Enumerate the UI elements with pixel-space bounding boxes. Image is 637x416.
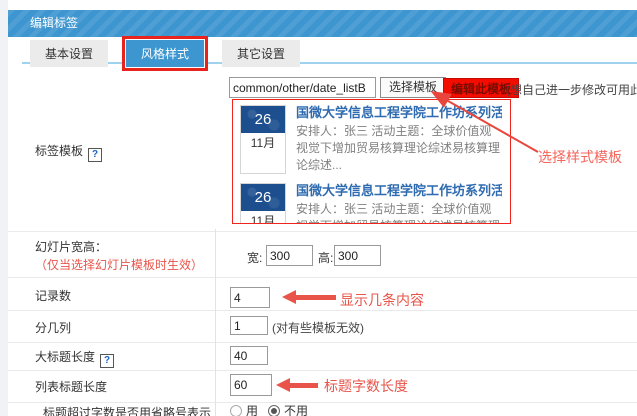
row-separator — [8, 277, 637, 278]
row-separator — [8, 231, 637, 232]
columns-hint: (对有些模板无效) — [272, 319, 364, 336]
date-month: 11月 — [241, 211, 285, 224]
ellipsis-label: 标题超过字数是否用省略号表示 — [43, 404, 211, 416]
panel-titlebar: 编辑标签 — [8, 10, 637, 37]
panel-title: 编辑标签 — [30, 16, 78, 30]
radio-use[interactable]: 用 — [230, 402, 258, 416]
date-badge: 26 11月 — [240, 105, 286, 174]
slide-size-note: （仅当选择幻灯片模板时生效） — [35, 256, 203, 273]
list-title-arrow-icon — [276, 378, 290, 392]
tab-bar: 基本设置 风格样式 其它设置 — [30, 40, 300, 67]
preview-item[interactable]: 26 11月 国微大学信息工程学院工作坊系列活动... 安排人：张三 活动主题：… — [240, 183, 503, 224]
template-path-input[interactable] — [229, 77, 376, 98]
help-icon[interactable]: ? — [100, 354, 114, 368]
records-label: 记录数 — [35, 287, 71, 304]
list-title-length-input[interactable] — [230, 374, 272, 396]
slide-width-input[interactable] — [266, 245, 313, 266]
radio-no-use-label: 不用 — [284, 402, 308, 416]
preview-description: 安排人：张三 活动主题：全球价值观视觉下增加贸易核算理论综述易核算理论综述... — [296, 201, 502, 224]
radio-no-use-dot[interactable] — [268, 405, 280, 416]
radio-no-use[interactable]: 不用 — [268, 402, 308, 416]
slide-width-label: 宽: — [247, 249, 262, 266]
ellipsis-radio-group: 用 不用 — [230, 402, 308, 416]
row-separator — [8, 310, 637, 311]
tab-style[interactable]: 风格样式 — [126, 40, 204, 67]
tab-basic-settings[interactable]: 基本设置 — [30, 40, 108, 67]
date-day: 26 — [241, 184, 285, 211]
tab-other-settings[interactable]: 其它设置 — [222, 40, 300, 67]
records-annotation: 显示几条内容 — [340, 290, 424, 310]
row-separator — [8, 370, 637, 371]
big-title-label: 大标题长度? — [35, 348, 114, 368]
active-tab-annotation-box: 风格样式 — [122, 36, 208, 71]
list-title-annotation: 标题字数长度 — [324, 376, 408, 396]
radio-use-dot[interactable] — [230, 405, 242, 416]
big-title-length-input[interactable] — [230, 346, 268, 365]
help-icon[interactable]: ? — [88, 148, 102, 162]
edit-label-panel: 编辑标签 基本设置 风格样式 其它设置 标签模板? 选择模板 编辑此模板 (想自… — [0, 0, 637, 416]
radio-use-label: 用 — [246, 402, 258, 416]
date-day: 26 — [241, 106, 285, 133]
slide-height-label: 高: — [318, 249, 333, 266]
column-divider — [215, 229, 216, 416]
slide-height-input[interactable] — [334, 245, 381, 266]
columns-input[interactable] — [230, 316, 268, 335]
page-left-margin — [0, 0, 8, 416]
date-month: 11月 — [241, 133, 285, 154]
records-input[interactable] — [230, 287, 270, 308]
row-separator — [8, 402, 637, 403]
template-pointer-label: 选择样式模板 — [538, 147, 622, 167]
records-arrow-bar — [295, 295, 336, 300]
slide-size-label: 幻灯片宽高： — [35, 238, 107, 255]
date-badge: 26 11月 — [240, 183, 286, 224]
records-arrow-icon — [282, 290, 296, 304]
columns-label: 分几列 — [35, 319, 71, 336]
preview-title-link[interactable]: 国微大学信息工程学院工作坊系列活动... — [296, 183, 502, 199]
template-label: 标签模板? — [35, 142, 102, 162]
row-separator — [8, 342, 637, 343]
list-title-label: 列表标题长度 — [35, 378, 107, 395]
list-title-arrow-bar — [289, 383, 318, 388]
